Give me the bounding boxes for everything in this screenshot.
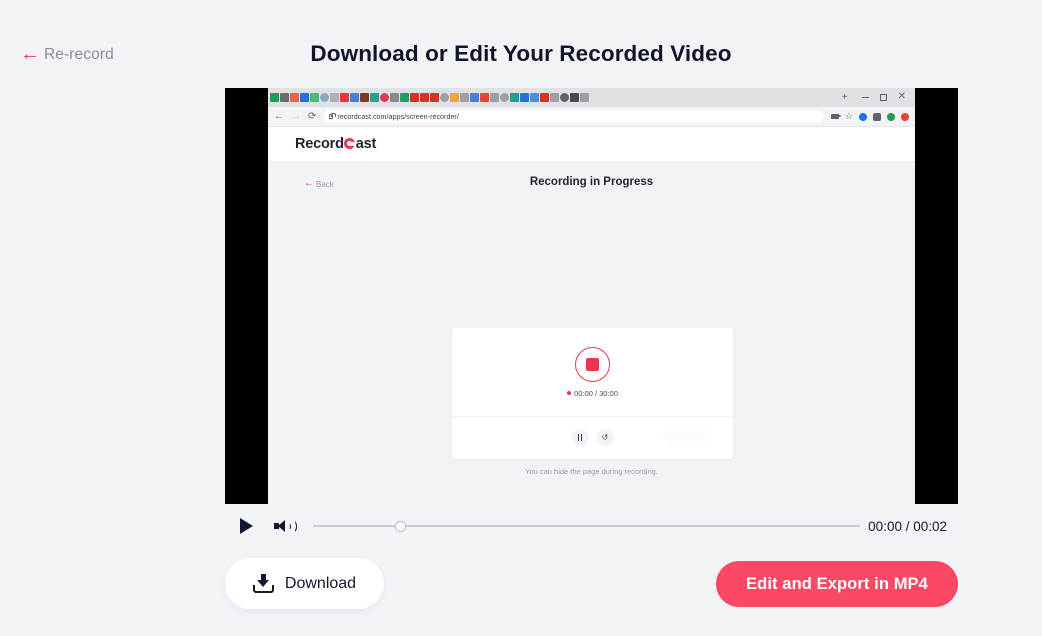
browser-favicon[interactable] xyxy=(440,93,449,102)
app-page: ← Re-record Download or Edit Your Record… xyxy=(0,0,1042,636)
recording-timer: 00:00 / 30:00 xyxy=(567,389,618,398)
play-icon xyxy=(239,518,253,534)
logo-c-mark-icon xyxy=(344,138,357,149)
video-player-frame[interactable]: + ✕ ← → ⟳ recordcast.com/apps/screen-rec… xyxy=(225,88,958,504)
logo-text-suffix: ast xyxy=(355,136,377,152)
recording-timer-text: 00:00 / 30:00 xyxy=(574,388,618,398)
browser-favicon[interactable] xyxy=(330,93,339,102)
browser-favicon[interactable] xyxy=(520,93,529,102)
recording-card-controls: ↺ xyxy=(452,417,733,458)
logo-text-prefix: Record xyxy=(295,136,344,152)
browser-favicon[interactable] xyxy=(370,93,379,102)
recordcast-logo: Record ast xyxy=(295,136,376,152)
browser-favicon[interactable] xyxy=(380,93,389,102)
browser-tab-strip: + ✕ xyxy=(268,88,915,107)
page-title: Download or Edit Your Recorded Video xyxy=(310,41,732,66)
pause-button[interactable] xyxy=(571,429,589,446)
disabled-action-button xyxy=(663,427,711,446)
browser-favicon[interactable] xyxy=(300,93,309,102)
recording-card: 00:00 / 30:00 ↺ xyxy=(452,328,733,459)
puzzle-icon xyxy=(873,112,881,121)
browser-favicon[interactable] xyxy=(390,93,399,102)
browser-favicon[interactable] xyxy=(280,93,289,102)
browser-favicon[interactable] xyxy=(350,93,359,102)
extension-icon-4 xyxy=(901,112,909,121)
extension-icon-3 xyxy=(887,112,895,121)
browser-forward-icon: → xyxy=(291,110,301,122)
browser-favicon[interactable] xyxy=(430,93,439,102)
browser-favicon[interactable] xyxy=(420,93,429,102)
extension-icon-1 xyxy=(859,112,867,121)
lock-icon xyxy=(329,112,336,119)
browser-favicon[interactable] xyxy=(270,93,279,102)
browser-favicon[interactable] xyxy=(550,93,559,102)
browser-favicon[interactable] xyxy=(490,93,499,102)
browser-favicon[interactable] xyxy=(530,93,539,102)
browser-favicon[interactable] xyxy=(560,93,569,102)
edit-export-button[interactable]: Edit and Export in MP4 xyxy=(716,561,958,607)
download-button[interactable]: Download xyxy=(225,558,384,609)
new-tab-icon: + xyxy=(841,91,848,103)
volume-icon xyxy=(274,518,297,534)
browser-favicon[interactable] xyxy=(360,93,369,102)
seek-bar[interactable] xyxy=(305,508,868,544)
browser-favicon[interactable] xyxy=(310,93,319,102)
browser-favicon[interactable] xyxy=(500,93,509,102)
browser-favicon[interactable] xyxy=(460,93,469,102)
download-label: Download xyxy=(284,574,357,592)
browser-favicon[interactable] xyxy=(570,93,579,102)
stop-recording-button[interactable] xyxy=(575,346,610,382)
recording-hint: You can hide the page during recording. xyxy=(525,467,658,476)
toolbar-icons: ☆ xyxy=(830,111,909,121)
browser-favicon[interactable] xyxy=(540,93,549,102)
browser-favicon[interactable] xyxy=(320,93,329,102)
restart-button[interactable]: ↺ xyxy=(596,429,614,446)
recordcast-header: Record ast xyxy=(268,127,915,162)
recording-dot-icon xyxy=(567,391,572,395)
window-controls: ✕ xyxy=(851,88,913,107)
recording-status-title: Recording in Progress xyxy=(529,176,654,188)
address-bar: recordcast.com/apps/screen-recorder/ xyxy=(323,110,824,123)
download-icon xyxy=(252,574,274,593)
video-content: + ✕ ← → ⟳ recordcast.com/apps/screen-rec… xyxy=(268,88,915,504)
minimize-icon xyxy=(861,96,869,98)
browser-favicon[interactable] xyxy=(470,93,479,102)
recording-card-top: 00:00 / 30:00 xyxy=(452,328,733,417)
browser-favicon[interactable] xyxy=(290,93,299,102)
browser-favicon[interactable] xyxy=(400,93,409,102)
star-icon: ☆ xyxy=(844,111,853,121)
stop-square-icon xyxy=(586,357,599,371)
pause-icon xyxy=(577,434,583,441)
browser-favicons xyxy=(270,93,838,102)
browser-favicon[interactable] xyxy=(580,93,589,102)
camera-icon xyxy=(830,114,842,119)
seek-handle[interactable] xyxy=(395,520,406,532)
player-controls: 00:00 / 00:02 xyxy=(225,508,958,544)
browser-favicon[interactable] xyxy=(510,93,519,102)
restart-icon: ↺ xyxy=(601,432,609,442)
browser-favicon[interactable] xyxy=(450,93,459,102)
browser-favicon[interactable] xyxy=(410,93,419,102)
browser-favicon[interactable] xyxy=(480,93,489,102)
close-icon: ✕ xyxy=(897,90,906,102)
time-display: 00:00 / 00:02 xyxy=(868,518,947,534)
browser-reload-icon: ⟳ xyxy=(308,110,317,122)
maximize-icon xyxy=(879,94,887,101)
browser-toolbar: ← → ⟳ recordcast.com/apps/screen-recorde… xyxy=(268,107,915,127)
browser-favicon[interactable] xyxy=(340,93,349,102)
recordcast-body: ← Back Recording in Progress 00:00 / 30:… xyxy=(268,162,915,504)
volume-button[interactable] xyxy=(263,518,305,534)
address-bar-url: recordcast.com/apps/screen-recorder/ xyxy=(337,112,459,121)
browser-back-icon: ← xyxy=(274,110,284,122)
play-button[interactable] xyxy=(229,518,263,534)
